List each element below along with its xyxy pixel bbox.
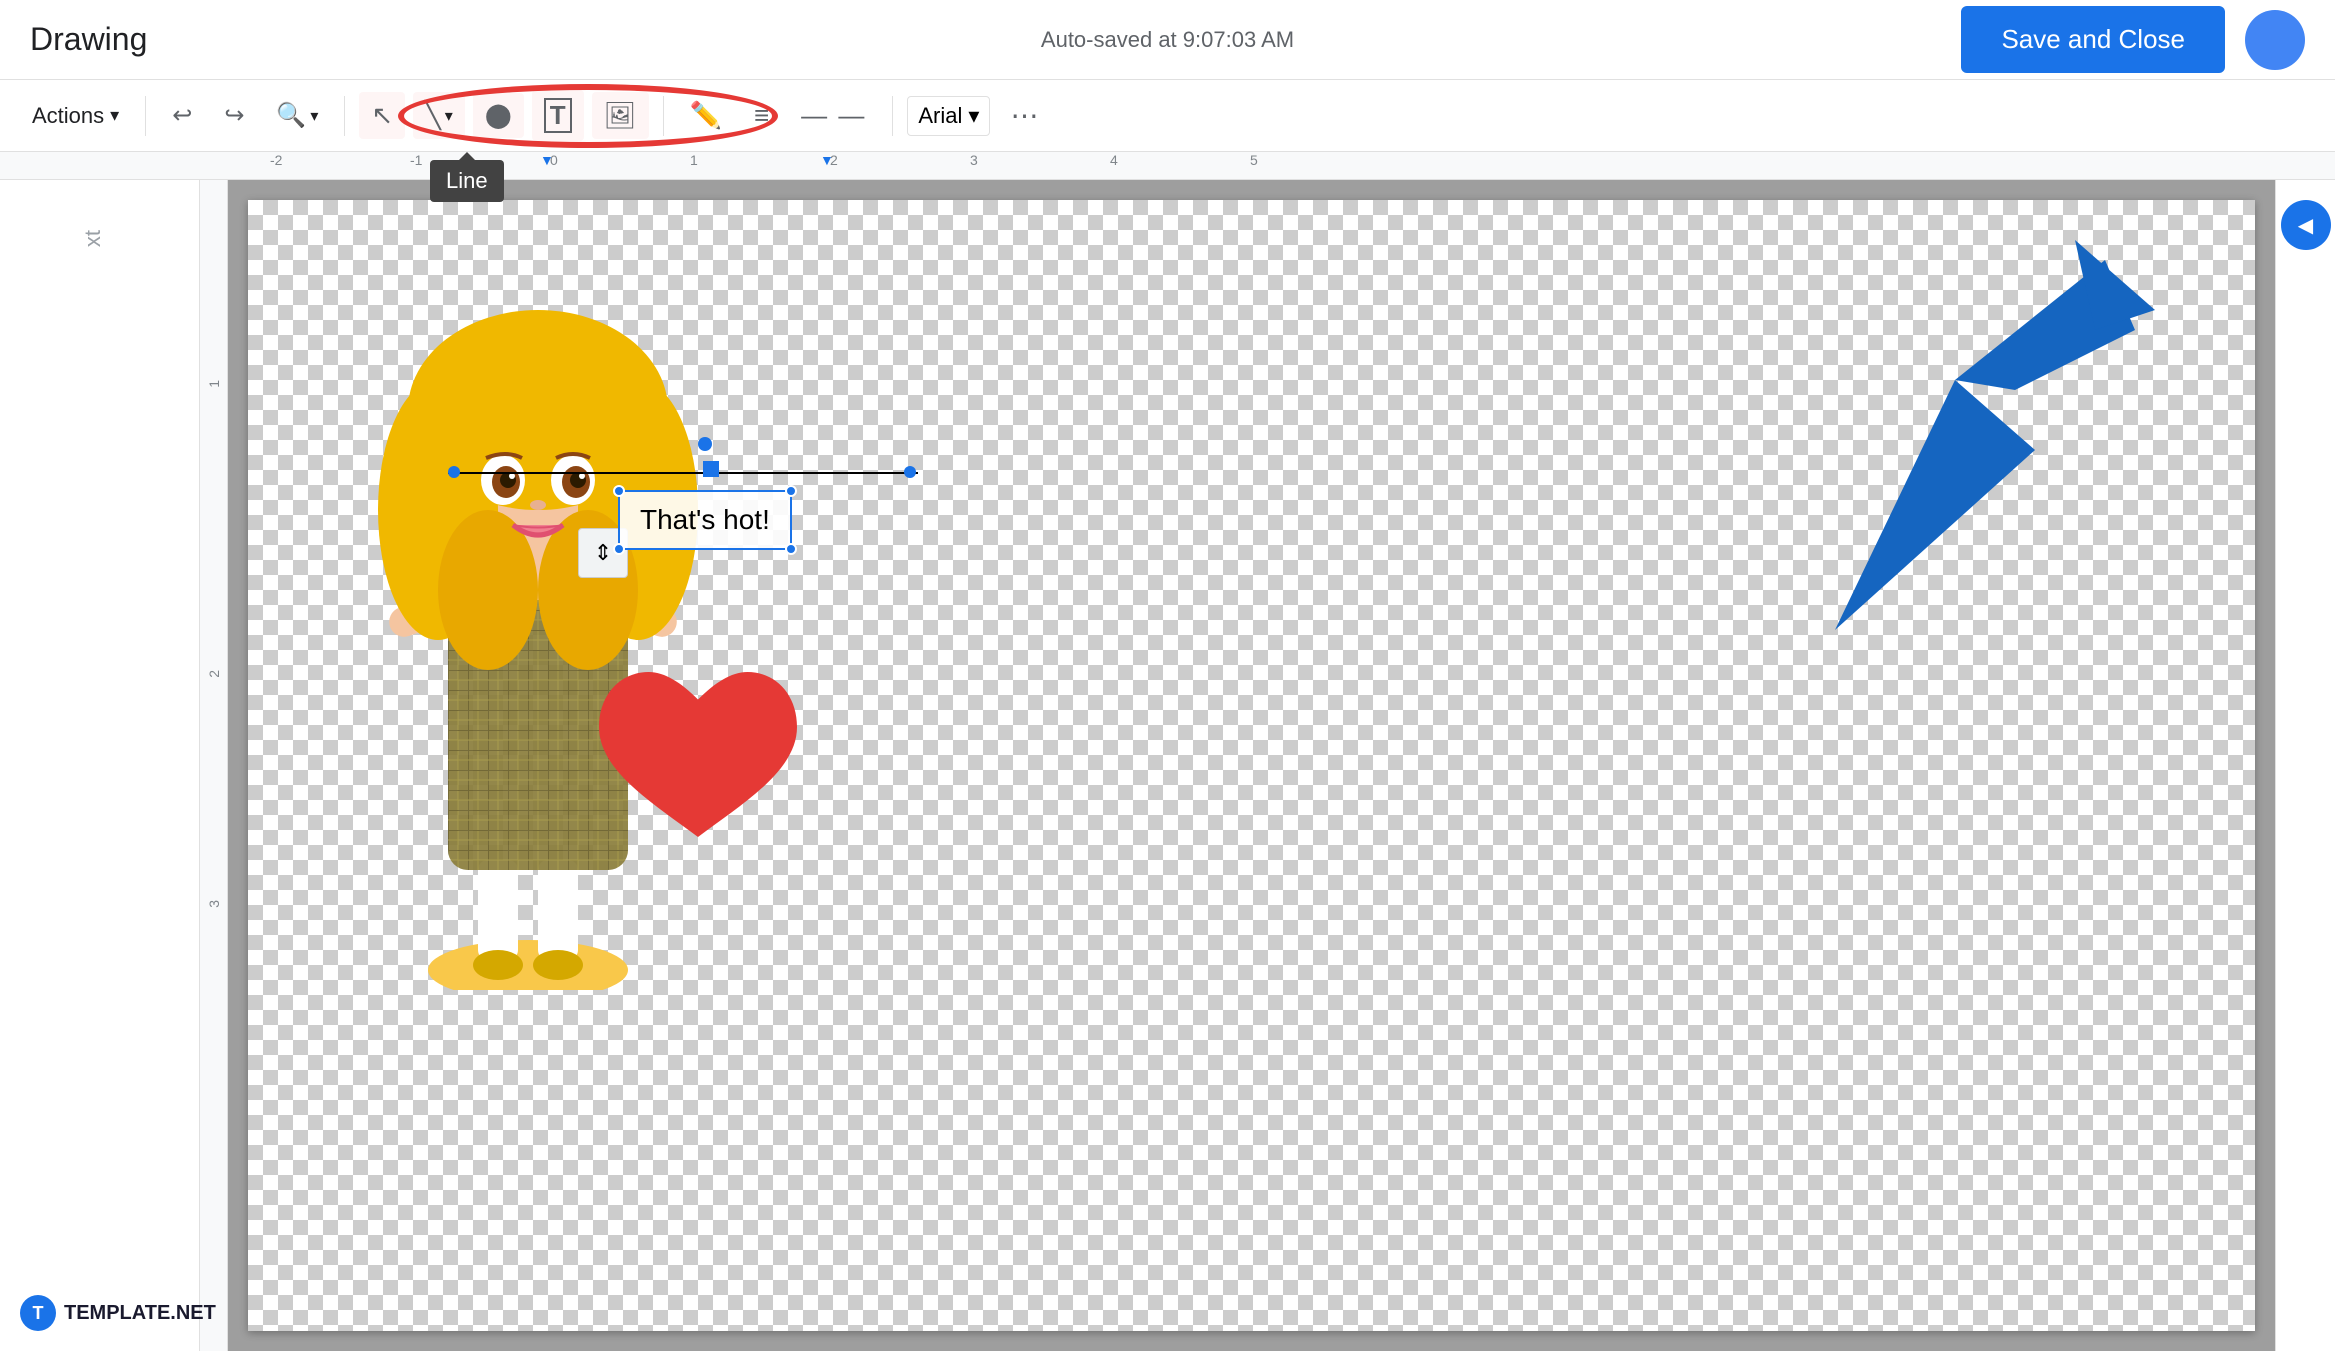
text-handle-br[interactable] xyxy=(785,543,797,555)
line-dash-icon: — — xyxy=(801,100,866,131)
line-tooltip: Line xyxy=(430,160,504,202)
header: Drawing Auto-saved at 9:07:03 AM Save an… xyxy=(0,0,2335,80)
text-icon: T xyxy=(544,98,572,133)
select-icon: ↖ xyxy=(371,100,393,131)
more-icon: ⋯ xyxy=(1010,99,1040,132)
doll-image xyxy=(308,210,768,990)
canvas-area: xt 1 2 3 xyxy=(0,180,2335,1351)
shape-tool-button[interactable]: ⬤ xyxy=(473,93,524,138)
ruler-mark: -1 xyxy=(410,152,422,168)
undo-icon: ↩ xyxy=(172,101,192,130)
line-icon: ╲ xyxy=(425,100,441,131)
pen-color-button[interactable]: ✏️ xyxy=(678,92,734,139)
shape-icon: ⬤ xyxy=(485,101,512,130)
text-box[interactable]: That's hot! xyxy=(618,490,792,550)
image-tool-button[interactable]: 🖼 xyxy=(592,92,649,139)
toolbar: Actions ▾ ↩ ↪ 🔍 ▾ ↖ ╲ ▾ ⬤ T 🖼 ✏️ ≡ xyxy=(0,80,2335,152)
more-options-button[interactable]: ⋯ xyxy=(998,91,1052,140)
left-sidebar: xt xyxy=(0,180,200,1351)
select-tool-button[interactable]: ↖ xyxy=(359,92,405,139)
right-sidebar-button[interactable]: ◀ xyxy=(2281,200,2331,250)
ruler-mark: 5 xyxy=(1250,152,1258,168)
user-avatar xyxy=(2245,10,2305,70)
left-sidebar-text: xt xyxy=(80,230,106,247)
line-weight-icon: ≡ xyxy=(754,100,769,131)
ruler-marks: -2 -1 0 1 2 3 4 5 ▼ ▼ xyxy=(230,152,2335,179)
page-title: Drawing xyxy=(30,21,147,58)
drawing-canvas[interactable]: ⇕ That's hot! xyxy=(248,200,2255,1331)
toolbar-divider-1 xyxy=(145,96,146,136)
line-handle-center[interactable] xyxy=(703,461,719,477)
text-tool-button[interactable]: T xyxy=(532,90,584,141)
redo-button[interactable]: ↪ xyxy=(212,93,256,138)
zoom-icon: 🔍 xyxy=(276,101,306,130)
watermark: T TEMPLATE.NET xyxy=(20,1295,216,1331)
ruler-mark: 4 xyxy=(1110,152,1118,168)
image-icon: 🖼 xyxy=(604,100,637,131)
actions-menu-button[interactable]: Actions ▾ xyxy=(20,95,131,137)
actions-dropdown-icon: ▾ xyxy=(110,105,119,126)
line-handle-right[interactable] xyxy=(904,466,916,478)
tooltip-text: Line xyxy=(446,168,488,193)
undo-button[interactable]: ↩ xyxy=(160,93,204,138)
line-tool-button[interactable]: ╲ ▾ xyxy=(413,92,465,139)
ruler-mark: 1 xyxy=(690,152,698,168)
save-close-button[interactable]: Save and Close xyxy=(1961,6,2225,73)
text-handle-tl[interactable] xyxy=(613,485,625,497)
font-name: Arial xyxy=(918,103,962,129)
text-content: That's hot! xyxy=(640,504,770,535)
toolbar-divider-3 xyxy=(663,96,664,136)
line-weight-button[interactable]: ≡ xyxy=(742,92,781,139)
autosave-status: Auto-saved at 9:07:03 AM xyxy=(1041,27,1294,53)
font-dropdown-icon: ▾ xyxy=(968,103,979,129)
line-element[interactable] xyxy=(448,472,918,474)
right-sidebar: ◀ xyxy=(2275,180,2335,1351)
font-selector[interactable]: Arial ▾ xyxy=(907,96,990,136)
text-handle-bl[interactable] xyxy=(613,543,625,555)
redo-icon: ↪ xyxy=(224,101,244,130)
text-align-symbol: ⇕ xyxy=(594,540,612,566)
ruler-mark: -2 xyxy=(270,152,282,168)
text-handle-tc[interactable] xyxy=(698,437,712,451)
ruler-mark: 3 xyxy=(970,152,978,168)
heart-shape[interactable] xyxy=(588,660,808,860)
blue-arrow-annotation xyxy=(1755,230,2155,650)
line-dropdown-icon: ▾ xyxy=(445,106,453,126)
horizontal-ruler: -2 -1 0 1 2 3 4 5 ▼ ▼ xyxy=(0,152,2335,180)
toolbar-divider-2 xyxy=(344,96,345,136)
zoom-dropdown-icon: ▾ xyxy=(310,106,318,126)
line-dash-button[interactable]: — — xyxy=(789,92,878,139)
text-handle-tr[interactable] xyxy=(785,485,797,497)
zoom-button[interactable]: 🔍 ▾ xyxy=(264,93,330,138)
watermark-logo: T xyxy=(20,1295,56,1331)
actions-label: Actions xyxy=(32,103,104,129)
watermark-text: TEMPLATE.NET xyxy=(64,1302,216,1325)
pen-icon: ✏️ xyxy=(690,100,722,131)
vertical-ruler: 1 2 3 xyxy=(200,180,228,1351)
line-handle-left[interactable] xyxy=(448,466,460,478)
toolbar-divider-4 xyxy=(892,96,893,136)
